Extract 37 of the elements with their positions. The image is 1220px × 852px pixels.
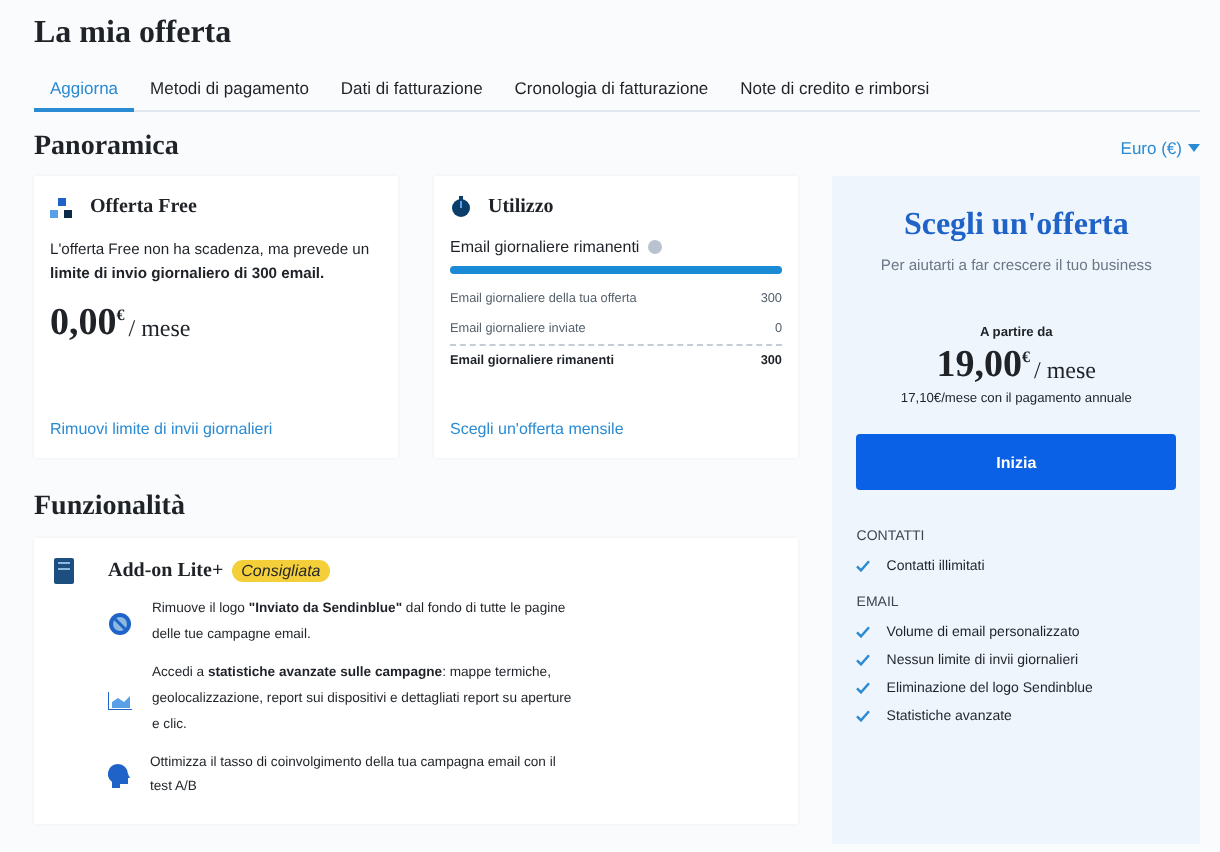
addon-title: Add-on Lite+	[108, 560, 224, 582]
page-title: La mia offerta	[34, 16, 234, 52]
info-icon	[647, 240, 662, 254]
choose-plan-link[interactable]: Scegli un'offerta mensile	[450, 420, 624, 438]
tab[interactable]: Metodi di pagamento	[134, 70, 325, 112]
price-amount: 0,00	[50, 302, 117, 347]
check-icon	[856, 560, 871, 572]
section-heading: Funzionalità	[34, 492, 187, 524]
check-icon	[856, 654, 871, 666]
tab[interactable]: Aggiorna	[34, 70, 135, 112]
check-icon	[856, 710, 871, 722]
start-button[interactable]: Inizia	[856, 434, 1176, 490]
check-icon	[856, 626, 871, 638]
recommended-badge: Consigliata	[231, 560, 331, 582]
meter-label: Email giornaliere rimanenti	[450, 238, 640, 256]
price-currency: €	[1022, 348, 1031, 366]
price-amount: 19,00	[936, 344, 1023, 388]
caret-icon	[1188, 144, 1200, 152]
chart-icon	[108, 691, 132, 710]
section-heading: Panoramica	[34, 132, 179, 164]
book-icon	[54, 558, 74, 584]
prohibited-icon	[108, 611, 132, 636]
check-icon	[856, 682, 871, 694]
price-period: / mese	[128, 314, 191, 345]
currency-dropdown[interactable]: Euro (€)	[1120, 138, 1200, 158]
gauge-icon	[450, 196, 472, 218]
price-period: / mese	[1034, 356, 1097, 386]
head-icon	[108, 764, 130, 789]
panel-title: Scegli un'offerta	[901, 208, 1131, 244]
price-currency: €	[116, 306, 125, 325]
card-title: Utilizzo	[488, 196, 554, 218]
card-title: Offerta Free	[90, 196, 197, 218]
tab[interactable]: Dati di fatturazione	[324, 70, 499, 112]
tab[interactable]: Note di credito e rimborsi	[724, 70, 946, 112]
remove-limit-link[interactable]: Rimuovi limite di invii giornalieri	[50, 420, 273, 438]
tab[interactable]: Cronologia di fatturazione	[498, 70, 725, 112]
blocks-icon	[50, 197, 74, 217]
